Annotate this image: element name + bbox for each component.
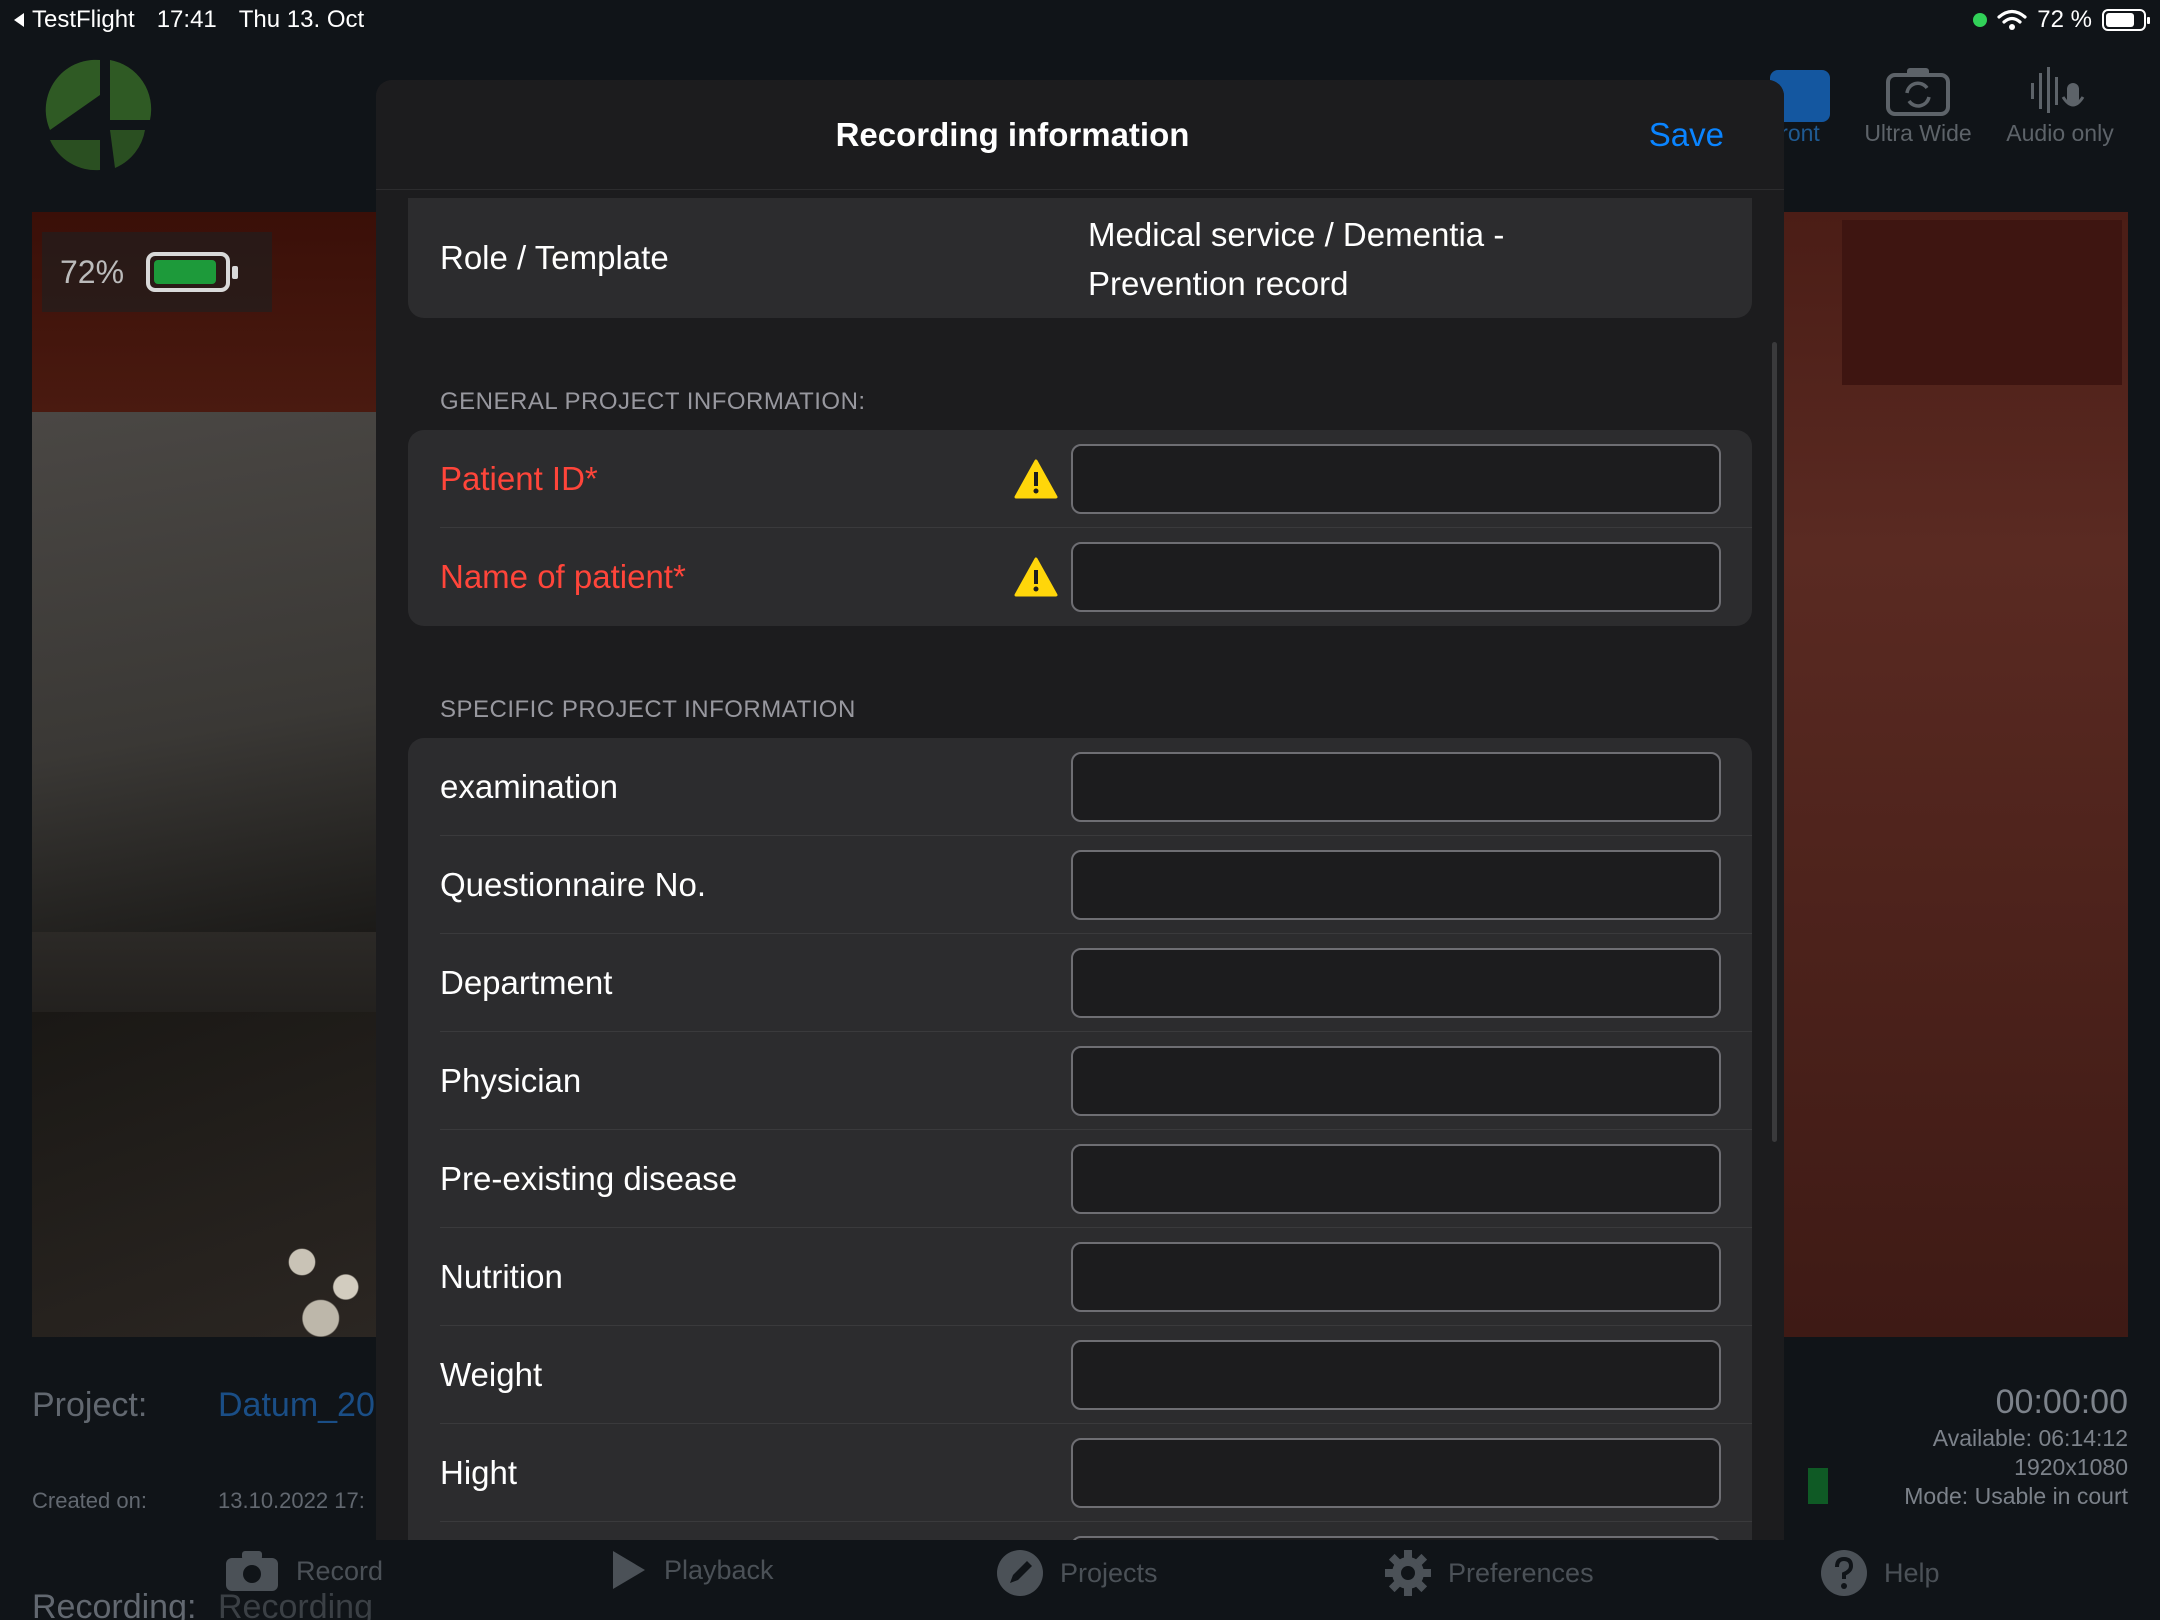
physician-label: Physician bbox=[440, 1062, 582, 1099]
recording-information-modal: Recording information Save Role / Templa… bbox=[376, 80, 1784, 1540]
modal-title: Recording information bbox=[835, 116, 1190, 153]
field-row-examination: examination bbox=[408, 738, 1752, 836]
general-section-label: GENERAL PROJECT INFORMATION: bbox=[440, 388, 866, 415]
question-icon bbox=[1821, 1550, 1867, 1596]
warning-triangle-icon bbox=[1014, 459, 1058, 499]
field-row-patient-name: Name of patient* bbox=[408, 528, 1752, 626]
tab-playback-label: Playback bbox=[664, 1554, 774, 1585]
specific-info-group: examination Questionnaire No. Department… bbox=[408, 738, 1752, 1540]
nutrition-input[interactable] bbox=[1071, 1242, 1721, 1312]
field-row-hight: Hight bbox=[408, 1424, 1752, 1522]
pencil-icon bbox=[997, 1550, 1043, 1596]
role-template-value-line1: Medical service / Dementia - bbox=[1088, 216, 1505, 253]
nutrition-label: Nutrition bbox=[440, 1258, 563, 1295]
pre-existing-disease-input[interactable] bbox=[1071, 1144, 1721, 1214]
warning-triangle-icon bbox=[1014, 557, 1058, 597]
tab-projects[interactable]: Projects bbox=[996, 1549, 1158, 1597]
field-row-weight: Weight bbox=[408, 1326, 1752, 1424]
tab-record[interactable]: Record bbox=[224, 1549, 383, 1593]
field-row-pre-existing-disease: Pre-existing disease bbox=[408, 1130, 1752, 1228]
camera-preview-left bbox=[32, 212, 377, 1337]
patient-id-label: Patient ID* bbox=[440, 460, 598, 497]
camera-flip-icon bbox=[1886, 68, 1950, 116]
gear-icon bbox=[1385, 1550, 1431, 1596]
camera-icon bbox=[226, 1551, 278, 1591]
role-template-value-line2: Prevention record bbox=[1088, 265, 1349, 302]
camera-battery-overlay: 72% bbox=[42, 232, 272, 312]
play-icon bbox=[613, 1551, 645, 1589]
status-battery-percent: 72 % bbox=[2037, 6, 2092, 33]
field-row-department: Department bbox=[408, 934, 1752, 1032]
tab-preferences-label: Preferences bbox=[1448, 1557, 1594, 1588]
department-input[interactable] bbox=[1071, 948, 1721, 1018]
created-value: 13.10.2022 17: bbox=[218, 1488, 365, 1513]
field-row-questionnaire: Questionnaire No. bbox=[408, 836, 1752, 934]
ultra-wide-label: Ultra Wide bbox=[1864, 120, 1972, 146]
patient-name-input[interactable] bbox=[1071, 542, 1721, 612]
status-time: 17:41 bbox=[156, 6, 217, 33]
questionnaire-label: Questionnaire No. bbox=[440, 866, 706, 903]
resolution: 1920x1080 bbox=[2014, 1454, 2128, 1480]
microphone-wave-icon bbox=[2031, 67, 2085, 113]
status-bar: TestFlight 17:41 Thu 13. Oct 72 % bbox=[0, 0, 2160, 40]
recording-mode: Mode: Usable in court bbox=[1904, 1483, 2128, 1509]
weight-input[interactable] bbox=[1071, 1340, 1721, 1410]
patient-id-input[interactable] bbox=[1071, 444, 1721, 514]
tab-bar: Record Playback Projects Preferences Hel… bbox=[0, 1535, 2160, 1610]
project-link[interactable]: Datum_20 bbox=[218, 1386, 375, 1425]
audio-only-label: Audio only bbox=[2006, 120, 2114, 146]
hight-input[interactable] bbox=[1071, 1438, 1721, 1508]
camera-tools: ront Ultra Wide Audio only bbox=[1760, 62, 2124, 147]
questionnaire-input[interactable] bbox=[1071, 850, 1721, 920]
back-app-label: TestFlight bbox=[32, 6, 135, 33]
status-date: Thu 13. Oct bbox=[238, 6, 365, 33]
physician-input[interactable] bbox=[1071, 1046, 1721, 1116]
role-template-label: Role / Template bbox=[440, 239, 669, 276]
tab-help-label: Help bbox=[1884, 1557, 1940, 1588]
chevron-left-icon bbox=[14, 13, 24, 27]
wifi-icon bbox=[1997, 9, 2027, 30]
app-root: TestFlight 17:41 Thu 13. Oct 72 % 72% ro… bbox=[0, 0, 2160, 1620]
created-key: Created on: bbox=[32, 1488, 147, 1513]
camera-battery-percent: 72% bbox=[60, 253, 125, 290]
recording-timer: 00:00:00 bbox=[1995, 1383, 2128, 1421]
field-row-nutrition: Nutrition bbox=[408, 1228, 1752, 1326]
tab-help[interactable]: Help bbox=[1820, 1549, 1940, 1597]
specific-section-label: SPECIFIC PROJECT INFORMATION bbox=[440, 696, 856, 723]
weight-label: Weight bbox=[440, 1356, 543, 1393]
department-label: Department bbox=[440, 964, 613, 1001]
tab-preferences[interactable]: Preferences bbox=[1384, 1549, 1594, 1597]
examination-input[interactable] bbox=[1071, 752, 1721, 822]
pre-existing-disease-label: Pre-existing disease bbox=[440, 1160, 738, 1197]
camera-battery-icon bbox=[146, 252, 239, 292]
tab-projects-label: Projects bbox=[1060, 1557, 1158, 1588]
role-template-value: Medical service / Dementia - Prevention … bbox=[1088, 210, 1648, 308]
field-row-patient-id: Patient ID* bbox=[408, 430, 1752, 528]
audio-only-tool[interactable]: Audio only bbox=[1996, 62, 2124, 147]
back-to-app[interactable]: TestFlight bbox=[12, 6, 135, 34]
audio-level-meter bbox=[1808, 1468, 1828, 1504]
project-key: Project: bbox=[32, 1386, 148, 1424]
general-info-group: Patient ID* Name of patient* bbox=[408, 430, 1752, 626]
role-template-row[interactable]: Role / Template Medical service / Dement… bbox=[408, 198, 1752, 318]
battery-icon bbox=[2102, 9, 2150, 31]
tab-playback[interactable]: Playback bbox=[610, 1549, 774, 1591]
patient-name-label: Name of patient* bbox=[440, 558, 686, 595]
field-row-physician: Physician bbox=[408, 1032, 1752, 1130]
hight-label: Hight bbox=[440, 1454, 518, 1491]
recording-status: 00:00:00 Available: 06:14:12 1920x1080 M… bbox=[1904, 1380, 2128, 1511]
role-template-group: Role / Template Medical service / Dement… bbox=[408, 198, 1752, 318]
camera-preview-right bbox=[1782, 212, 2128, 1337]
next-field-input[interactable] bbox=[1071, 1536, 1721, 1540]
mic-indicator-dot bbox=[1973, 13, 1988, 27]
app-logo bbox=[45, 59, 152, 171]
examination-label: examination bbox=[440, 768, 618, 805]
save-button[interactable]: Save bbox=[1649, 116, 1724, 154]
ultra-wide-tool[interactable]: Ultra Wide bbox=[1854, 62, 1982, 147]
tab-record-label: Record bbox=[296, 1555, 384, 1586]
available-time: Available: 06:14:12 bbox=[1932, 1425, 2128, 1451]
modal-header: Recording information Save bbox=[376, 80, 1784, 190]
field-row-next bbox=[408, 1522, 1752, 1540]
scroll-indicator[interactable] bbox=[1772, 342, 1777, 1142]
